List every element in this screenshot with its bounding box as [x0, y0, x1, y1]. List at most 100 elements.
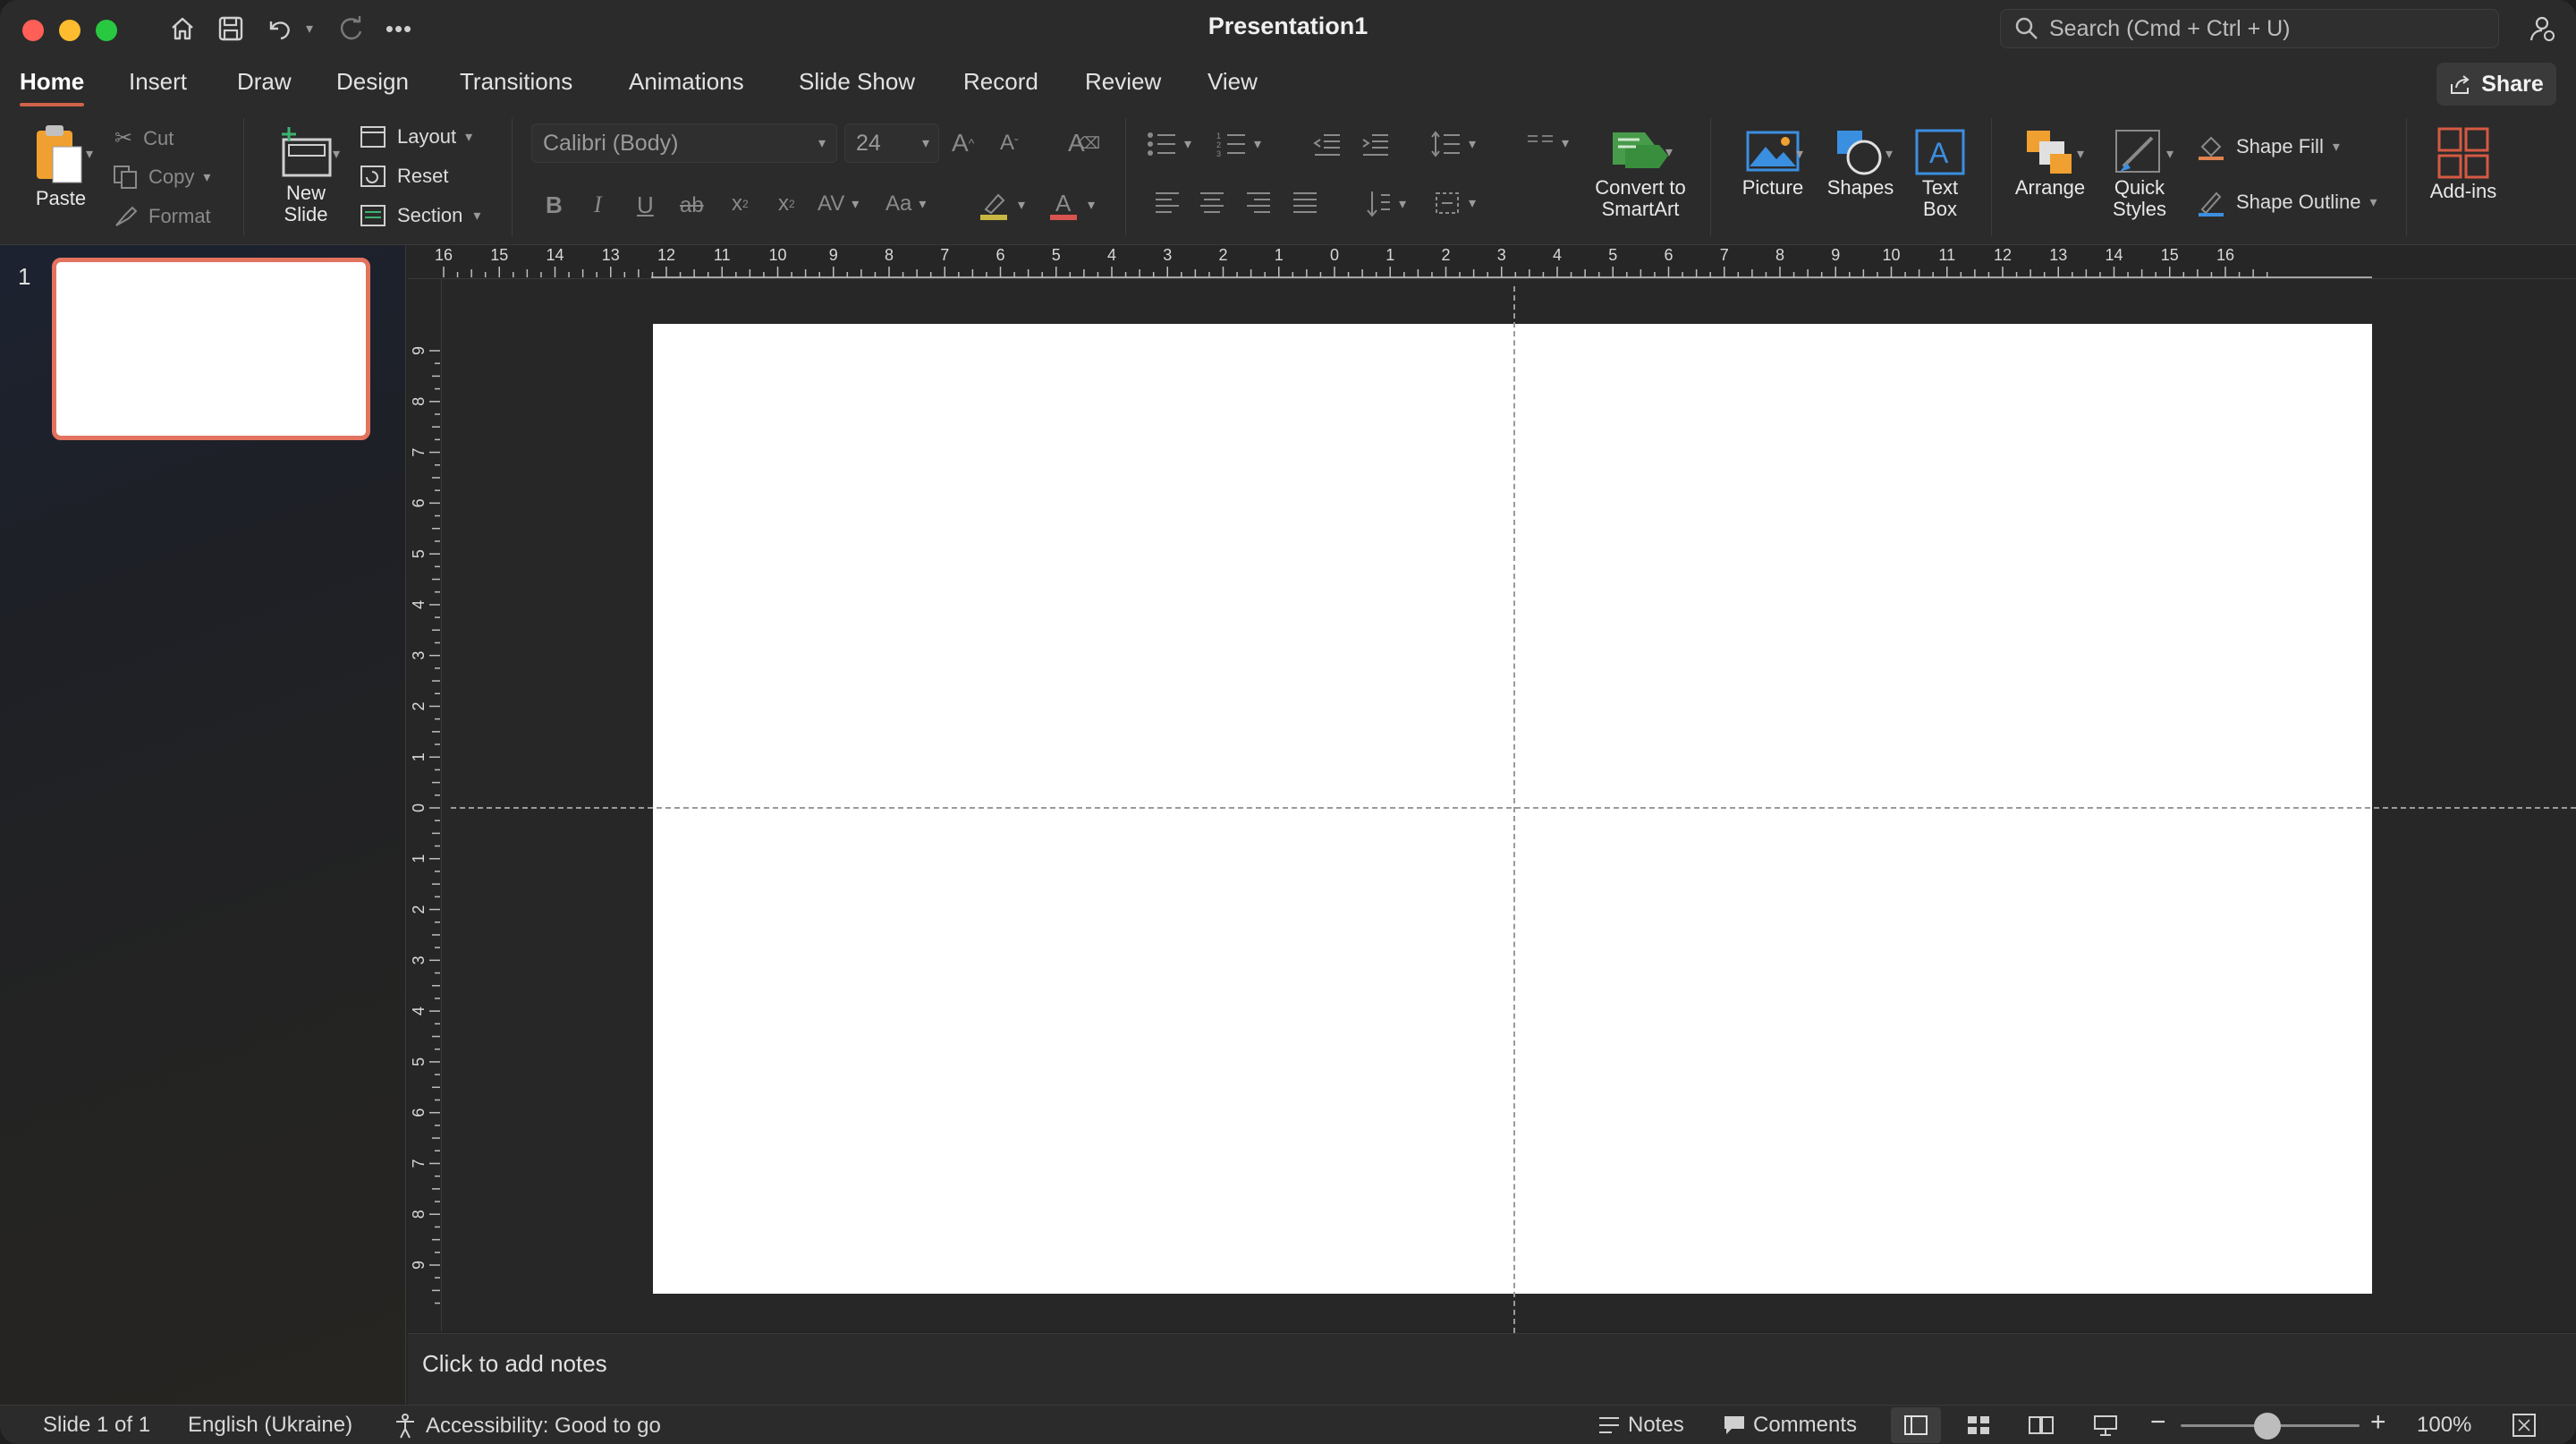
vertical-ruler[interactable]: 9 8 7 6 5 4 3 2 1 0 1 2 3 4 5 6 7 8 9: [408, 279, 442, 1331]
smartart-chevron-icon[interactable]: ▾: [1665, 143, 1673, 161]
text-direction-button[interactable]: ▾: [1365, 190, 1406, 218]
picture-button[interactable]: Picture: [1732, 127, 1814, 199]
slide-thumbnail-1[interactable]: [52, 258, 370, 440]
increase-indent-icon[interactable]: [1361, 132, 1390, 157]
cut-button[interactable]: ✂ Cut: [114, 125, 174, 151]
reset-button[interactable]: Reset: [360, 165, 448, 188]
tab-insert[interactable]: Insert: [129, 68, 187, 96]
section-button[interactable]: Section ▾: [360, 204, 480, 227]
vertical-guide[interactable]: [1513, 286, 1515, 1333]
fit-to-window-button[interactable]: [2499, 1407, 2549, 1443]
underline-button[interactable]: U: [637, 191, 654, 219]
zoom-out-icon[interactable]: −: [2150, 1407, 2166, 1438]
redo-icon[interactable]: [333, 13, 369, 45]
slide[interactable]: [653, 324, 2372, 1294]
add-ins-button[interactable]: Add-ins: [2420, 125, 2506, 202]
share-button[interactable]: Share: [2436, 63, 2556, 106]
smartart-icon: [1613, 132, 1668, 168]
font-name-combo[interactable]: Calibri (Body) ▾: [531, 123, 837, 163]
horizontal-guide[interactable]: [451, 807, 2576, 809]
superscript-button[interactable]: x2: [732, 191, 749, 217]
shapes-chevron-icon[interactable]: ▾: [1885, 145, 1893, 163]
search-box[interactable]: Search (Cmd + Ctrl + U): [2000, 9, 2499, 48]
highlight-color-button[interactable]: ▾: [979, 188, 1025, 222]
font-size-value: 24: [856, 130, 881, 156]
new-slide-chevron-icon[interactable]: ▾: [333, 145, 340, 163]
decrease-indent-icon[interactable]: [1313, 132, 1342, 157]
undo-icon[interactable]: [263, 13, 295, 45]
clear-formatting-icon[interactable]: A ⌫: [1068, 129, 1100, 157]
justify-icon[interactable]: [1292, 190, 1318, 215]
tab-home[interactable]: Home: [20, 68, 85, 106]
slide-sorter-view-button[interactable]: [1953, 1407, 2004, 1443]
arrange-button[interactable]: Arrange: [2007, 127, 2093, 199]
columns-button[interactable]: ▾: [1526, 131, 1569, 156]
more-options-icon[interactable]: •••: [381, 13, 417, 45]
home-icon[interactable]: [165, 13, 200, 45]
font-size-combo[interactable]: 24 ▾: [844, 123, 939, 163]
tab-draw[interactable]: Draw: [237, 68, 292, 96]
horizontal-ruler[interactable]: 16 15 14 13 12 11 10 9 8 7 6 5 4 3 2 1 0 1 2 3 4 5 6 7 8 9 10 11 12 1…: [408, 245, 2576, 279]
decrease-font-size-icon[interactable]: Aˇ: [1000, 131, 1019, 156]
notes-toggle-button[interactable]: Notes: [1597, 1413, 1684, 1438]
convert-to-smartart-button[interactable]: Convert to SmartArt: [1587, 127, 1694, 220]
tab-review[interactable]: Review: [1085, 68, 1161, 96]
layout-button[interactable]: Layout ▾: [360, 125, 472, 149]
paste-options-chevron-icon[interactable]: ▾: [86, 145, 93, 163]
align-left-icon[interactable]: [1154, 190, 1181, 215]
paste-button[interactable]: Paste: [23, 123, 98, 209]
picture-chevron-icon[interactable]: ▾: [1796, 145, 1803, 163]
account-settings-icon[interactable]: [2524, 13, 2560, 45]
increase-font-size-icon[interactable]: A ^: [952, 129, 974, 157]
notes-pane[interactable]: Click to add notes: [408, 1333, 2576, 1405]
copy-button[interactable]: Copy ▾: [113, 165, 210, 190]
numbering-button[interactable]: 123 ▾: [1216, 131, 1261, 157]
tab-design[interactable]: Design: [336, 68, 409, 96]
italic-button[interactable]: I: [594, 191, 602, 218]
strikethrough-button[interactable]: ab: [680, 193, 704, 218]
arrange-chevron-icon[interactable]: ▾: [2077, 145, 2084, 163]
align-right-icon[interactable]: [1245, 190, 1272, 215]
bullets-button[interactable]: ▾: [1147, 131, 1191, 157]
shapes-button[interactable]: Shapes: [1819, 127, 1902, 199]
normal-view-button[interactable]: [1891, 1407, 1941, 1443]
tab-animations[interactable]: Animations: [629, 68, 744, 96]
slide-show-view-button[interactable]: [2080, 1407, 2131, 1443]
accessibility-status[interactable]: Accessibility: Good to go: [394, 1413, 661, 1440]
line-spacing-button[interactable]: ▾: [1431, 131, 1476, 157]
ruler-tick-label: 2: [1441, 246, 1450, 264]
minimize-window-button[interactable]: [59, 20, 80, 41]
save-icon[interactable]: [213, 13, 249, 45]
character-spacing-button[interactable]: AV ▾: [818, 191, 859, 217]
undo-dropdown-chevron-icon[interactable]: ▾: [301, 13, 318, 45]
shape-outline-button[interactable]: Shape Outline ▾: [2197, 188, 2377, 217]
new-slide-button[interactable]: New Slide: [263, 123, 349, 225]
slide-show-icon: [2094, 1415, 2117, 1436]
text-box-button[interactable]: A Text Box: [1903, 127, 1977, 220]
tab-record[interactable]: Record: [963, 68, 1038, 96]
quick-styles-button[interactable]: Quick Styles: [2098, 127, 2181, 220]
align-center-icon[interactable]: [1199, 190, 1225, 215]
tab-view[interactable]: View: [1208, 68, 1258, 96]
change-case-button[interactable]: Aa ▾: [886, 191, 926, 217]
svg-text:1: 1: [1216, 132, 1221, 140]
language-indicator[interactable]: English (Ukraine): [188, 1413, 352, 1438]
tab-transitions[interactable]: Transitions: [460, 68, 572, 96]
bold-button[interactable]: B: [546, 191, 563, 219]
close-window-button[interactable]: [22, 20, 44, 41]
zoom-slider-thumb[interactable]: [2254, 1413, 2281, 1440]
quick-styles-chevron-icon[interactable]: ▾: [2166, 145, 2174, 163]
format-painter-button[interactable]: Format: [113, 204, 211, 229]
font-color-button[interactable]: A ▾: [1048, 188, 1095, 222]
shape-fill-button[interactable]: Shape Fill ▾: [2197, 132, 2340, 161]
zoom-in-icon[interactable]: +: [2370, 1407, 2386, 1438]
reading-view-button[interactable]: [2016, 1407, 2066, 1443]
maximize-window-button[interactable]: [96, 20, 117, 41]
tab-slide-show[interactable]: Slide Show: [799, 68, 915, 96]
align-text-button[interactable]: ▾: [1433, 190, 1476, 217]
layout-label: Layout: [397, 125, 457, 148]
comments-toggle-button[interactable]: Comments: [1723, 1413, 1857, 1438]
zoom-level[interactable]: 100%: [2417, 1413, 2471, 1438]
subscript-button[interactable]: x2: [778, 191, 795, 217]
title-bar: ▾ ••• Presentation1 Search (Cmd + Ctrl +…: [0, 0, 2576, 59]
